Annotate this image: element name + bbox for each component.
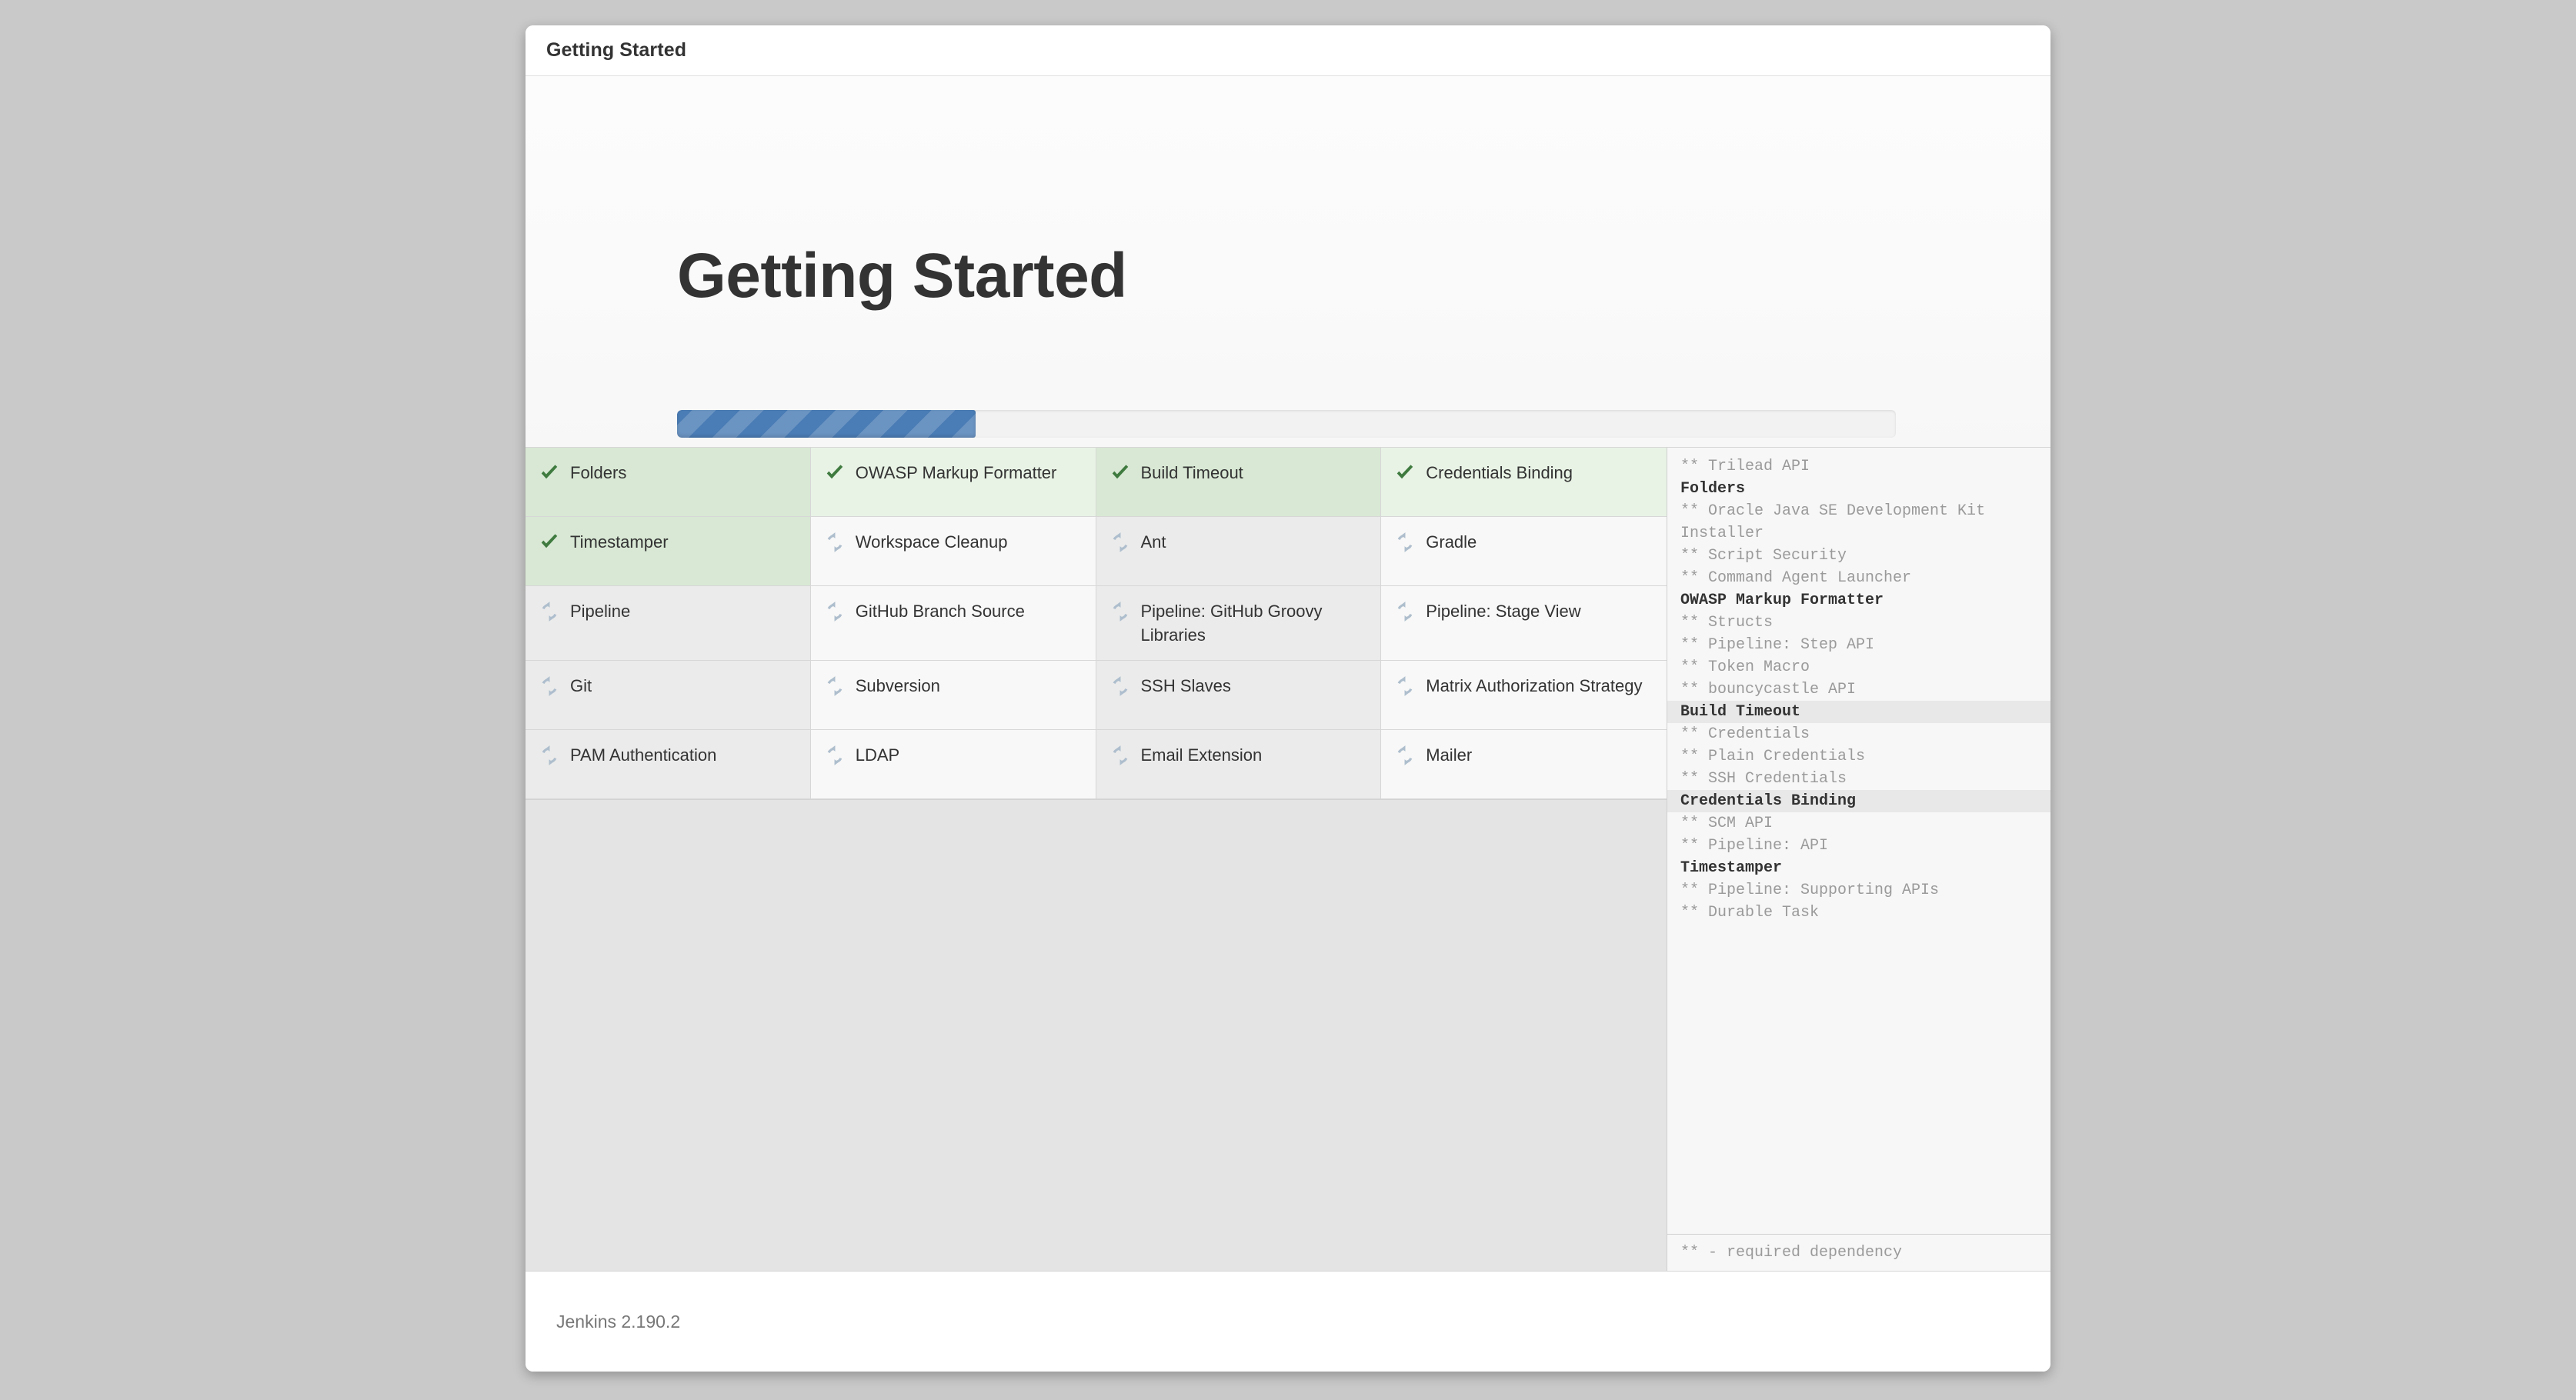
log-plugin-line: Credentials Binding — [1667, 790, 2050, 812]
plugin-cell: Credentials Binding — [1381, 448, 1667, 517]
log-plugin-line: Timestamper — [1680, 859, 1783, 877]
plugin-cell: Matrix Authorization Strategy — [1381, 661, 1667, 731]
plugin-name-label: Git — [570, 676, 592, 696]
check-icon — [541, 465, 558, 479]
log-dependency-line: ** Pipeline: Step API — [1680, 636, 1875, 654]
plugin-cell: PAM Authentication — [526, 730, 811, 800]
plugin-name-label: PAM Authentication — [570, 745, 717, 765]
check-icon — [1396, 465, 1413, 479]
log-plugin-line: OWASP Markup Formatter — [1680, 592, 1884, 609]
check-icon — [1112, 465, 1128, 479]
plugin-name-label: Credentials Binding — [1426, 463, 1573, 482]
plugin-cell: Subversion — [810, 661, 1096, 731]
log-dependency-line: ** Credentials — [1680, 725, 1810, 743]
log-dependency-line: ** Durable Task — [1680, 904, 1820, 922]
dependency-log-lines: ** Trilead API Folders ** Oracle Java SE D… — [1667, 448, 2050, 1234]
plugin-name-label: LDAP — [855, 745, 900, 765]
install-progress-track — [677, 410, 1896, 438]
plugin-cell: LDAP — [810, 730, 1096, 800]
plugin-name-label: GitHub Branch Source — [855, 602, 1025, 621]
plugin-cell: Workspace Cleanup — [810, 517, 1096, 586]
hero-section: Getting Started — [526, 76, 2050, 448]
refresh-spinner-icon — [1113, 745, 1127, 766]
log-dependency-line: ** Pipeline: Supporting APIs — [1680, 882, 1940, 899]
check-icon — [826, 465, 843, 479]
log-dependency-line: ** SSH Credentials — [1680, 770, 1847, 788]
log-dependency-line: ** Oracle Java SE Development Kit Instal… — [1680, 502, 1986, 542]
log-dependency-line: ** Structs — [1680, 614, 1774, 632]
log-dependency-line: ** Command Agent Launcher — [1680, 569, 1912, 587]
plugin-name-label: Mailer — [1426, 745, 1473, 765]
window-title: Getting Started — [546, 39, 687, 61]
refresh-spinner-icon — [827, 676, 843, 697]
plugin-cell: SSH Slaves — [1096, 661, 1382, 731]
plugin-name-label: Subversion — [855, 676, 940, 696]
install-progress-bar — [677, 410, 976, 438]
plugin-cell: Timestamper — [526, 517, 811, 586]
plugin-cell: GitHub Branch Source — [810, 586, 1096, 662]
refresh-spinner-icon — [542, 676, 557, 697]
refresh-spinner-icon — [827, 602, 843, 622]
log-dependency-line: ** SCM API — [1680, 815, 1774, 832]
plugin-name-label: Gradle — [1426, 532, 1477, 552]
log-plugin-line: Build Timeout — [1667, 701, 2050, 723]
installation-body: Folders OWASP Markup Formatter Build Timeo… — [526, 448, 2050, 1271]
refresh-spinner-icon — [827, 745, 843, 766]
log-dependency-line: ** bouncycastle API — [1680, 681, 1857, 698]
window-footer: Jenkins 2.190.2 — [526, 1271, 2050, 1372]
log-dependency-line: ** Token Macro — [1680, 658, 1810, 676]
jenkins-version-label: Jenkins 2.190.2 — [556, 1311, 681, 1332]
plugin-name-label: Ant — [1140, 532, 1166, 552]
plugin-name-label: Timestamper — [570, 532, 669, 552]
refresh-spinner-icon — [1397, 532, 1413, 552]
plugin-cell: Gradle — [1381, 517, 1667, 586]
plugin-cell: Pipeline: GitHub Groovy Libraries — [1096, 586, 1382, 662]
plugin-name-label: SSH Slaves — [1140, 676, 1231, 696]
getting-started-window: Getting Started Getting Started Folders O… — [526, 25, 2050, 1372]
plugin-name-label: Build Timeout — [1140, 463, 1243, 482]
plugin-name-label: Email Extension — [1140, 745, 1263, 765]
check-icon — [541, 534, 558, 548]
refresh-spinner-icon — [1113, 532, 1127, 552]
plugin-cell: Git — [526, 661, 811, 731]
plugin-name-label: Folders — [570, 463, 627, 482]
log-dependency-line: ** Plain Credentials — [1680, 748, 1866, 765]
plugin-cell: Mailer — [1381, 730, 1667, 800]
refresh-spinner-icon — [827, 532, 843, 552]
plugin-cell: Pipeline: Stage View — [1381, 586, 1667, 662]
plugin-cell: Pipeline — [526, 586, 811, 662]
plugin-name-label: Matrix Authorization Strategy — [1426, 676, 1643, 696]
dependency-log-pane[interactable]: ** Trilead API Folders ** Oracle Java SE D… — [1667, 448, 2050, 1271]
refresh-spinner-icon — [1113, 676, 1127, 697]
plugin-cell: Build Timeout — [1096, 448, 1382, 517]
log-dependency-line: ** Trilead API — [1680, 458, 1810, 475]
plugin-name-label: OWASP Markup Formatter — [855, 463, 1057, 482]
refresh-spinner-icon — [542, 745, 557, 766]
plugin-name-label: Pipeline: Stage View — [1426, 602, 1581, 621]
log-dependency-line: ** Pipeline: API — [1680, 837, 1829, 855]
log-plugin-line: Folders — [1680, 480, 1746, 498]
refresh-spinner-icon — [1397, 602, 1413, 622]
plugin-name-label: Pipeline — [570, 602, 631, 621]
plugin-cell: Folders — [526, 448, 811, 517]
plugin-grid: Folders OWASP Markup Formatter Build Timeo… — [526, 448, 1667, 801]
plugin-cell: OWASP Markup Formatter — [810, 448, 1096, 517]
log-dependency-line: ** Script Security — [1680, 547, 1847, 565]
window-titlebar: Getting Started — [526, 25, 2050, 76]
refresh-spinner-icon — [1113, 602, 1127, 622]
dependency-log-legend: ** - required dependency — [1667, 1234, 2050, 1271]
refresh-spinner-icon — [542, 602, 557, 622]
plugin-cell: Ant — [1096, 517, 1382, 586]
plugin-name-label: Pipeline: GitHub Groovy Libraries — [1140, 602, 1323, 645]
page-title: Getting Started — [677, 241, 1127, 311]
plugin-name-label: Workspace Cleanup — [855, 532, 1008, 552]
plugin-cell: Email Extension — [1096, 730, 1382, 800]
refresh-spinner-icon — [1397, 676, 1413, 697]
plugin-grid-pane: Folders OWASP Markup Formatter Build Timeo… — [526, 448, 1667, 1271]
refresh-spinner-icon — [1397, 745, 1413, 766]
